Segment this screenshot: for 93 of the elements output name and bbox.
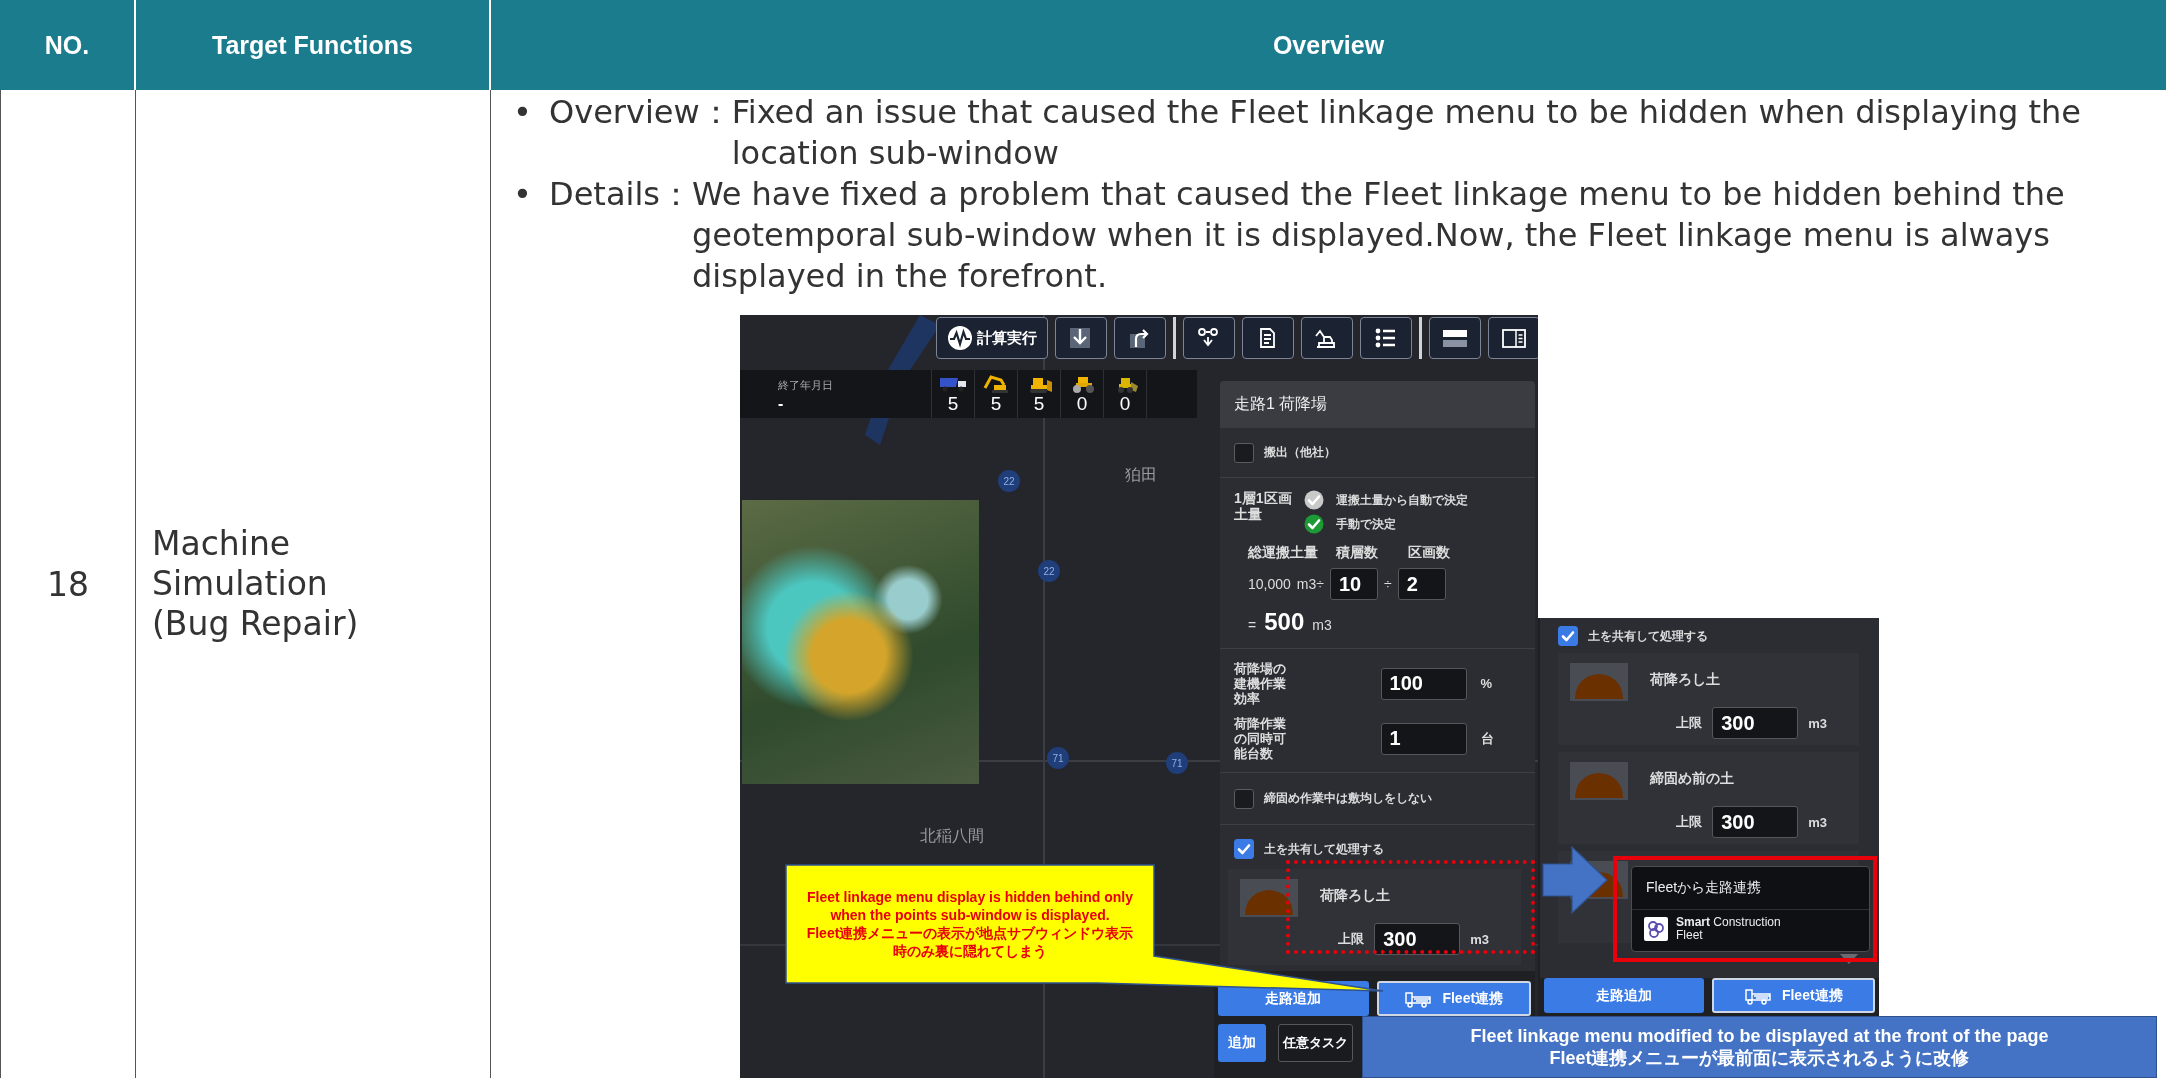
limit-label: 上限 (1676, 813, 1703, 831)
bullet-mark: • (513, 92, 533, 133)
note-text: Fleet linkage menu modified to be displayed at the front of the page (1469, 1025, 2050, 1047)
right-arrow (1542, 846, 1608, 914)
checkbox[interactable] (1234, 839, 1254, 859)
input-field[interactable]: 300 (1712, 806, 1799, 838)
function-name: Machine Simulation (Bug Repair) (152, 524, 360, 644)
divide-sign: ÷ (1383, 576, 1392, 592)
side-panel-icon (1501, 326, 1527, 350)
date-value: - (778, 397, 785, 411)
bullet-label: Overview： (549, 92, 732, 133)
field-label: 荷降場の建機作業効率 (1234, 661, 1287, 706)
column-header: NO. (0, 0, 136, 90)
checkbox-label: 締固め作業中は敷均しをしない (1264, 790, 1432, 807)
unit-label: m3 (1312, 617, 1332, 633)
input-field[interactable]: 100 (1380, 667, 1467, 700)
input-field[interactable]: 1 (1380, 722, 1467, 755)
unit-label: m3 (1808, 814, 1827, 830)
menu-title: Fleetから走路連携 (1632, 867, 1869, 910)
excavator-icon (982, 374, 1010, 394)
checkbox[interactable] (1558, 626, 1578, 646)
column-label: 区画数 (1408, 544, 1451, 562)
toolbar-button[interactable] (1360, 317, 1412, 359)
task-button[interactable]: 任意タスク (1278, 1024, 1353, 1062)
menu-item[interactable]: Smart Construction Fleet (1632, 910, 1869, 948)
radio-label: 運搬土量から自動で決定 (1336, 492, 1469, 508)
limit-label: 上限 (1338, 930, 1365, 948)
soil-name: 締固め前の土 (1650, 770, 1734, 788)
unit-label: m3 (1808, 715, 1827, 731)
limit-label: 上限 (1676, 714, 1703, 732)
equals-sign: = (1248, 617, 1257, 633)
input-field[interactable]: 2 (1397, 568, 1446, 600)
date-label: 終了年月日 (778, 378, 834, 393)
checkbox[interactable] (1234, 788, 1254, 809)
toolbar-button[interactable] (1301, 317, 1353, 359)
unit-label: % (1480, 676, 1493, 691)
column-header: Target Functions (136, 0, 491, 90)
checkbox[interactable] (1234, 442, 1254, 463)
bullet-mark: • (513, 174, 533, 215)
bullet-text: We have fixed a problem that caused the Fleet linkage menu to be hidden behind the geotemporal sub-window when it is displayed.Now, the Fleet linkage menu is always displayed in the forefront. (691, 174, 2066, 297)
field-label: 1層1区画土量 (1234, 490, 1293, 524)
radio-label: 手動で決定 (1336, 516, 1397, 532)
input-field[interactable]: 10 (1329, 568, 1378, 600)
total-volume: 10,000 (1248, 576, 1291, 592)
machine-count: 0 (1076, 394, 1088, 414)
machine-count: 5 (1033, 394, 1045, 414)
soil-pile-icon (1240, 879, 1298, 917)
callout-text: Fleet linkage menu display is hidden behind only when the points sub-window is displayed. (806, 888, 1134, 924)
toolbar-button[interactable] (1055, 317, 1107, 359)
radio-button[interactable] (1304, 490, 1325, 510)
unit-label: 台 (1480, 729, 1494, 748)
bullet-text: Fixed an issue that caused the Fleet linkage menu to be hidden when displaying the location sub-window (731, 92, 2082, 174)
row-number: 18 (0, 90, 136, 1078)
place-name: 北稲八間 (920, 826, 984, 846)
add-route-button[interactable]: 走路追加 (1544, 978, 1704, 1013)
truck-icon (1743, 986, 1774, 1005)
field-label: 荷降作業の同時可能台数 (1234, 716, 1287, 761)
unit-label: m3 (1470, 931, 1489, 947)
toolbar-button[interactable] (1183, 317, 1235, 359)
checkbox-label: 土を共有して処理する (1588, 627, 1708, 645)
input-field[interactable]: 300 (1374, 923, 1461, 955)
column-label: 総運搬土量 (1248, 544, 1319, 562)
column-header: Overview (491, 0, 2168, 90)
panel-title: 走路1 荷降場 (1220, 381, 1535, 428)
callout-text: Fleet連携メニューの表示が地点サブウィンドウ表示時のみ裏に隠れてしまう (805, 924, 1135, 960)
menu-item-label: Smart Construction Fleet (1676, 916, 1781, 942)
soil-name: 荷降ろし土 (1650, 671, 1720, 689)
add-button[interactable]: 追加 (1218, 1024, 1266, 1062)
result-value: 500 (1264, 608, 1305, 636)
checkbox-label: 搬出（他社） (1264, 444, 1336, 461)
fleet-button[interactable]: Fleet連携 (1376, 981, 1531, 1016)
soil-name: 荷降ろし土 (1320, 887, 1390, 905)
note-text: Fleet連携メニューが最前面に表示されるように改修 (1548, 1047, 1971, 1069)
calculate-button[interactable]: 計算実行 (936, 317, 1048, 359)
toolbar-button[interactable] (1429, 317, 1481, 359)
toolbar-button[interactable] (1488, 317, 1538, 359)
input-field[interactable]: 300 (1712, 707, 1799, 739)
toolbar-button[interactable] (1114, 317, 1166, 359)
machine-count: 5 (990, 394, 1002, 414)
bullet-label: Details： (549, 174, 692, 215)
soil-pile-icon (1570, 762, 1628, 800)
column-label: 積層数 (1336, 544, 1379, 562)
fleet-button[interactable]: Fleet連携 (1711, 978, 1875, 1013)
wave-icon (947, 325, 973, 351)
place-name: 狛田 (1125, 465, 1157, 485)
machine-count: 0 (1119, 394, 1131, 414)
soil-pile-icon (1570, 663, 1628, 701)
machine-count: 5 (947, 394, 959, 414)
checkbox-label: 土を共有して処理する (1264, 840, 1384, 858)
toolbar-button[interactable] (1242, 317, 1294, 359)
radio-button[interactable] (1304, 514, 1325, 534)
logo-icon (1644, 917, 1668, 941)
unit-label: m3÷ (1296, 576, 1324, 592)
